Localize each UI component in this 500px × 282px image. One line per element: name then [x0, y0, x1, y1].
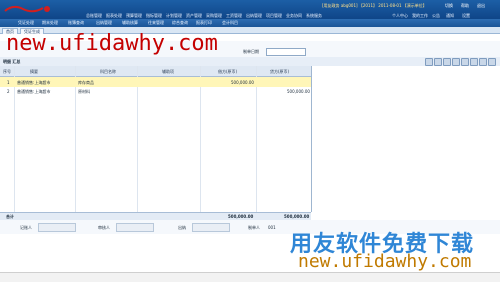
grid-empty-area: [312, 66, 500, 212]
submenu-subjects[interactable]: 会计科目: [222, 20, 238, 26]
submenu-books[interactable]: 账簿查询: [68, 20, 84, 26]
submenu-period-end[interactable]: 期末处理: [42, 20, 58, 26]
col-aux: 辅助项: [162, 69, 174, 74]
cell-no: 1: [7, 80, 10, 85]
watermark-url-bottom: new.ufidawhy.com: [298, 251, 472, 272]
submenu-aux[interactable]: 辅助核算: [122, 20, 138, 26]
refresh-icon[interactable]: [452, 58, 460, 66]
col-credit: 贷方(原币): [270, 69, 290, 74]
grid-header: [0, 66, 311, 77]
submenu-query[interactable]: 综合查询: [172, 20, 188, 26]
col-no: 序号: [3, 69, 11, 74]
grid-divider: [137, 66, 138, 212]
submenu-print[interactable]: 报表打印: [196, 20, 212, 26]
col-subject: 科目名称: [100, 69, 116, 74]
cashier-label: 出纳: [178, 225, 186, 230]
maker-value: 001: [268, 225, 276, 230]
export-icon[interactable]: [434, 58, 442, 66]
grid-divider: [256, 66, 257, 212]
print-icon[interactable]: [425, 58, 433, 66]
cell-summary: 普通销售:上海超市: [17, 89, 51, 94]
cashier-field[interactable]: [192, 223, 230, 232]
col-summary: 摘要: [30, 69, 38, 74]
cell-credit: 500,000.00: [287, 89, 310, 94]
app-logo: [4, 5, 50, 13]
grid-divider: [200, 66, 201, 212]
voucher-grid: [0, 66, 312, 212]
cell-summary: 普通销售:上海超市: [17, 80, 51, 85]
grid-divider: [14, 66, 15, 212]
switch-link[interactable]: 切换: [445, 3, 453, 9]
help-link[interactable]: 帮助: [461, 3, 469, 9]
col-debit: 借方(原币): [218, 69, 238, 74]
auditor-field[interactable]: [116, 223, 154, 232]
watermark-url-top: new.ufidawhy.com: [6, 31, 218, 56]
cell-no: 2: [7, 89, 10, 94]
auditor-label: 审核人: [98, 225, 110, 230]
sort-icon[interactable]: [470, 58, 478, 66]
submenu-cashier[interactable]: 出纳管理: [96, 20, 112, 26]
logout-link[interactable]: 退出: [477, 3, 485, 9]
submenu-contacts[interactable]: 往来管理: [148, 20, 164, 26]
grid-divider: [75, 66, 76, 212]
maker-label: 制单人: [248, 225, 260, 230]
total-debit: 500,000.00: [228, 214, 254, 219]
total-credit: 500,000.00: [284, 214, 310, 219]
columns-icon[interactable]: [461, 58, 469, 66]
session-info: [用友政务 abg001] 【2011】 2011-08-01 【演示单位】: [322, 3, 427, 8]
cell-subject: 原材料: [78, 89, 90, 94]
grid-view-tabs[interactable]: 明细 汇总: [3, 59, 20, 65]
filter-icon[interactable]: [443, 58, 451, 66]
cell-subject: 库存商品: [78, 80, 94, 85]
date-input[interactable]: [266, 48, 306, 56]
settings-icon[interactable]: [479, 58, 487, 66]
bookkeeper-label: 记账人: [20, 225, 32, 230]
cell-debit: 500,000.00: [231, 80, 254, 85]
close-icon[interactable]: [488, 58, 496, 66]
bookkeeper-field[interactable]: [38, 223, 76, 232]
date-label: 制单日期: [243, 49, 259, 54]
submenu-voucher[interactable]: 凭证处理: [18, 20, 34, 26]
